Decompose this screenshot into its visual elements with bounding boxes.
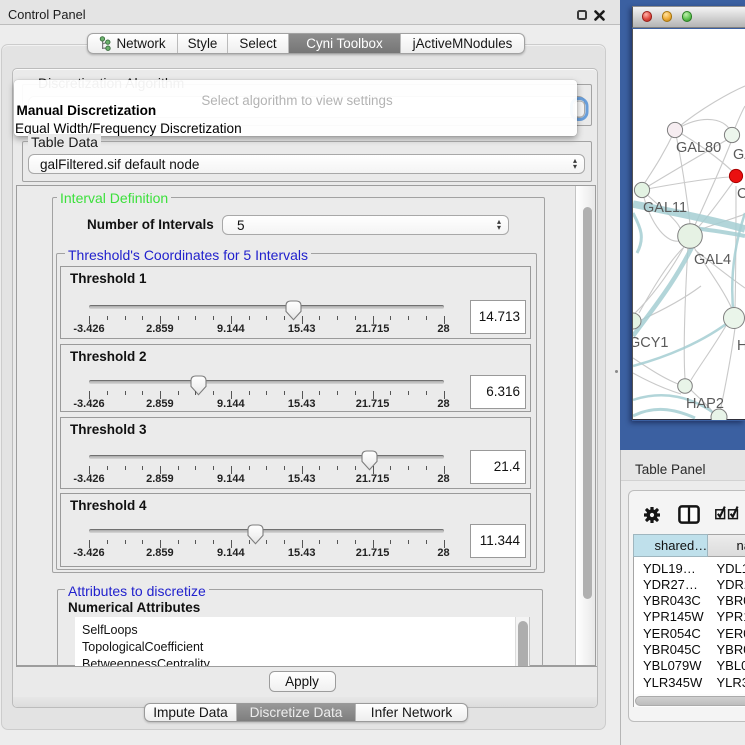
svg-text:GAL80: GAL80 (676, 140, 721, 156)
svg-text:GA: GA (733, 147, 745, 163)
svg-text:GCY1: GCY1 (633, 335, 669, 351)
svg-text:HAP2: HAP2 (686, 396, 724, 412)
svg-text:GAL11: GAL11 (643, 200, 687, 216)
svg-text:GAL4: GAL4 (694, 252, 731, 268)
svg-text:H: H (737, 338, 745, 354)
svg-text:C: C (737, 186, 745, 202)
